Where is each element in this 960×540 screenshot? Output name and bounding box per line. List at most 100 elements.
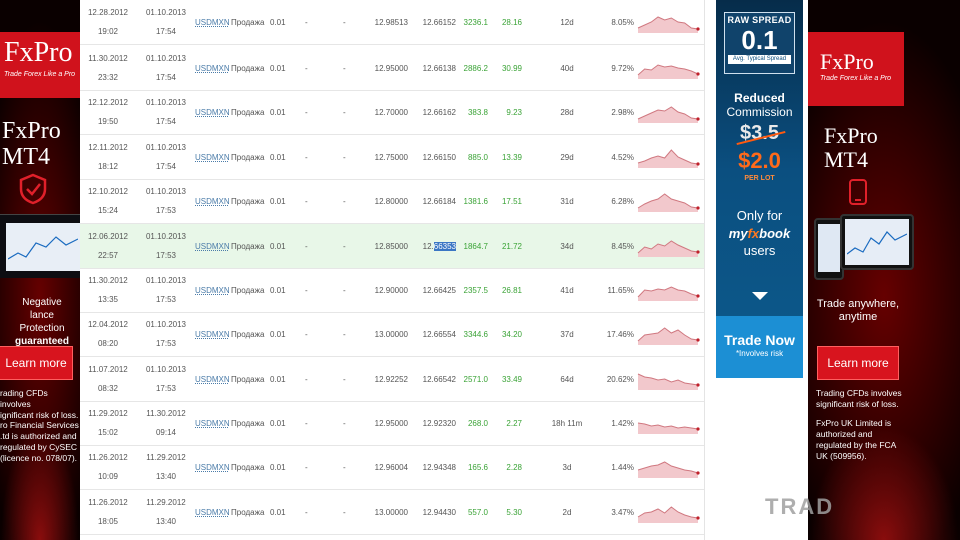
- table-row[interactable]: 11.26.2012 10:09 11.29.2012 13:40 USDMXN Прод…: [80, 445, 704, 490]
- sparkline-end-dot: [696, 427, 700, 431]
- open-datetime: 11.29.2012 15:02: [80, 401, 136, 437]
- close-price: 12.66138: [422, 64, 456, 73]
- table-row[interactable]: 11.07.2012 08:32 01.10.2013 17:53 USDMXN Прод…: [80, 357, 704, 402]
- take-profit: -: [343, 375, 346, 384]
- open-price: 12.80000: [374, 197, 408, 206]
- table-row[interactable]: 12.28.2012 19:02 01.10.2013 17:54 USDMXN Прод…: [80, 0, 704, 45]
- risk-line2-right: significant risk of loss.: [816, 399, 899, 409]
- duration: 29d: [560, 153, 574, 162]
- close-price: 12.66353: [418, 242, 456, 251]
- lots: 0.01: [270, 286, 286, 295]
- logo-name-right: FxPro: [820, 49, 874, 74]
- symbol-link[interactable]: USDMXN: [195, 508, 230, 517]
- pips: 2886.2: [463, 64, 488, 73]
- take-profit: -: [343, 508, 346, 517]
- gain: 20.62%: [606, 375, 634, 384]
- sparkline-chart: [637, 422, 700, 434]
- close-datetime: 11.29.2012 13:40: [138, 490, 194, 526]
- close-time: 17:54: [155, 162, 177, 171]
- symbol-link[interactable]: USDMXN: [195, 375, 230, 384]
- trade-history-table: 12.28.2012 19:02 01.10.2013 17:54 USDMXN Прод…: [80, 0, 705, 540]
- duration: 12d: [560, 18, 574, 27]
- table-row[interactable]: 12.11.2012 18:12 01.10.2013 17:54 USDMXN Прод…: [80, 135, 704, 180]
- sparkline-end-dot: [696, 516, 700, 520]
- table-row[interactable]: 11.29.2012 15:02 11.30.2012 09:14 USDMXN Прод…: [80, 401, 704, 446]
- close-price: 12.66152: [422, 18, 456, 27]
- promo-line2: lance Protection: [19, 310, 65, 334]
- myfxbook-logo: myfxbook: [716, 226, 803, 241]
- mt4-line2-right: MT4: [824, 147, 868, 172]
- open-date: 11.29.2012: [88, 409, 128, 418]
- new-price: $2.0: [738, 148, 781, 173]
- learn-more-button-left[interactable]: Learn more: [0, 346, 73, 380]
- table-row[interactable]: 11.26.2012 18:05 11.29.2012 13:40 USDMXN Прод…: [80, 490, 704, 535]
- open-date: 12.28.2012: [87, 8, 129, 17]
- open-time: 18:05: [97, 517, 119, 526]
- open-time: 15:02: [97, 428, 119, 437]
- table-row[interactable]: 12.10.2012 15:24 01.10.2013 17:53 USDMXN Прод…: [80, 179, 704, 224]
- mt4-title: FxPro MT4: [2, 118, 61, 170]
- fxpro-logo-right: FxPro Trade Forex Like a Pro: [808, 32, 904, 106]
- close-time: 17:53: [155, 206, 177, 215]
- table-row[interactable]: 11.30.2012 23:32 01.10.2013 17:54 USDMXN Прод…: [80, 46, 704, 91]
- symbol-link[interactable]: USDMXN: [195, 18, 230, 27]
- only-for-label: Only for: [736, 208, 783, 223]
- sparkline-chart: [637, 327, 700, 345]
- action: Продажа: [231, 242, 265, 251]
- lots: 0.01: [270, 64, 286, 73]
- close-price: 12.66554: [422, 330, 456, 339]
- table-row[interactable]: 11.30.2012 13:35 01.10.2013 17:53 USDMXN Прод…: [80, 268, 704, 313]
- trade-now-button[interactable]: Trade Now *Involves risk: [716, 316, 803, 378]
- mt4-line1-right: FxPro: [824, 123, 878, 148]
- open-time: 19:02: [97, 27, 119, 36]
- pips: 1381.6: [463, 197, 488, 206]
- tagline1-right: Trade anywhere,: [816, 298, 900, 310]
- table-row[interactable]: 12.12.2012 19:50 01.10.2013 17:54 USDMXN Прод…: [80, 90, 704, 135]
- open-date: 12.10.2012: [87, 187, 129, 196]
- sparkline-area: [638, 287, 698, 301]
- table-row[interactable]: 12.06.2012 22:57 01.10.2013 17:53 USDMXN Прод…: [80, 224, 704, 269]
- pips: 1864.7: [463, 242, 488, 251]
- sparkline-end-dot: [696, 72, 700, 76]
- learn-more-button-right[interactable]: Learn more: [817, 346, 899, 380]
- table-row[interactable]: 12.04.2012 08:20 01.10.2013 17:53 USDMXN Прод…: [80, 312, 704, 357]
- symbol-link[interactable]: USDMXN: [195, 242, 230, 251]
- stop-loss: -: [305, 463, 308, 472]
- involves-risk-label: *Involves risk: [735, 349, 784, 358]
- action: Продажа: [231, 108, 265, 117]
- close-date: 01.10.2013: [145, 365, 187, 374]
- pips: 2357.5: [463, 286, 488, 295]
- duration: 64d: [560, 375, 574, 384]
- close-time: 17:54: [155, 27, 177, 36]
- close-price: 12.66184: [422, 197, 456, 206]
- open-date: 11.07.2012: [88, 365, 128, 374]
- open-price: 12.75000: [374, 153, 408, 162]
- close-datetime: 11.30.2012 09:14: [138, 401, 194, 437]
- symbol-link[interactable]: USDMXN: [195, 64, 230, 73]
- open-time: 22:57: [97, 251, 119, 260]
- symbol-link[interactable]: USDMXN: [195, 463, 230, 472]
- lots: 0.01: [270, 508, 286, 517]
- close-datetime: 01.10.2013 17:53: [138, 179, 194, 215]
- profit: 26.81: [501, 286, 522, 295]
- myfxbook-ad[interactable]: RAW SPREAD 0.1 Avg. Typical Spread Reduc…: [716, 0, 803, 378]
- open-date: 12.11.2012: [88, 143, 128, 152]
- tagline-right: Trade anywhere, anytime: [808, 298, 908, 324]
- symbol-link[interactable]: USDMXN: [195, 419, 230, 428]
- symbol-link[interactable]: USDMXN: [195, 108, 230, 117]
- action: Продажа: [231, 463, 265, 472]
- close-price-prefix: 12.: [422, 242, 434, 251]
- fxpro-ad-left[interactable]: FxPro Trade Forex Like a Pro FxPro MT4 N…: [0, 0, 80, 540]
- fxpro-ad-right[interactable]: FxPro Trade Forex Like a Pro FxPro MT4 T…: [808, 0, 960, 540]
- symbol-link[interactable]: USDMXN: [195, 153, 230, 162]
- raw-spread-box: RAW SPREAD 0.1 Avg. Typical Spread: [724, 12, 795, 74]
- close-date: 01.10.2013: [145, 8, 187, 17]
- open-datetime: 11.30.2012 23:32: [80, 46, 136, 82]
- close-date: 01.10.2013: [145, 232, 187, 241]
- symbol-link[interactable]: USDMXN: [195, 330, 230, 339]
- symbol-link[interactable]: USDMXN: [195, 286, 230, 295]
- stop-loss: -: [305, 197, 308, 206]
- close-date: 01.10.2013: [145, 276, 187, 285]
- symbol-link[interactable]: USDMXN: [195, 197, 230, 206]
- stop-loss: -: [305, 18, 308, 27]
